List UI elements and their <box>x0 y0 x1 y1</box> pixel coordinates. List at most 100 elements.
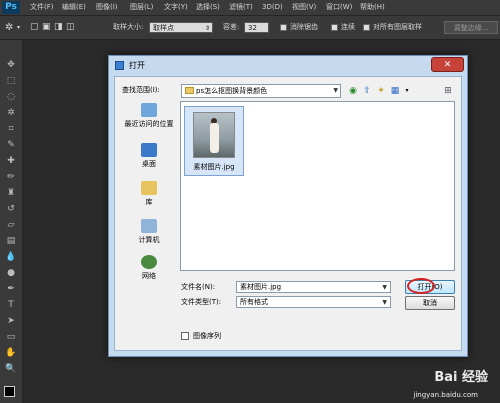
shape-tool-icon[interactable]: ▭ <box>5 332 17 342</box>
close-button[interactable]: ✕ <box>431 57 464 72</box>
view-menu-icon[interactable]: ▦ <box>389 85 401 97</box>
look-in-value: ps怎么抠图换背景颜色 <box>196 87 268 95</box>
brush-tool-icon[interactable]: ✏ <box>5 172 17 182</box>
computer-icon <box>141 219 157 233</box>
watermark-brand: Bai 经验 <box>434 370 488 385</box>
menu-select[interactable]: 选择(S) <box>196 0 220 15</box>
gradient-tool-icon[interactable]: ▤ <box>5 236 17 246</box>
chevron-down-icon: ▼ <box>382 299 387 306</box>
magic-wand-icon[interactable]: ✲ <box>5 16 13 39</box>
network-icon <box>141 255 157 269</box>
tools-panel: ✥ ⬚ ◌ ✲ ⌗ ✎ ✚ ✏ ♜ ↺ ▱ ▤ 💧 ● ✒ T ➤ ▭ ✋ 🔍 <box>0 40 23 403</box>
zoom-tool-icon[interactable]: 🔍 <box>5 364 17 374</box>
healing-tool-icon[interactable]: ✚ <box>5 156 17 166</box>
refine-edge-button[interactable]: 调整边缘... <box>444 21 498 34</box>
look-in-select[interactable]: ps怎么抠图换背景颜色 ▼ <box>181 84 341 98</box>
marquee-tool-icon[interactable]: ⬚ <box>5 76 17 86</box>
file-item[interactable]: 素材图片.jpg <box>184 106 244 176</box>
antialias-checkbox[interactable] <box>280 24 287 31</box>
chevron-down-icon[interactable]: ▾ <box>17 16 20 39</box>
place-libraries[interactable]: 库 <box>122 181 176 207</box>
menu-filter[interactable]: 滤镜(T) <box>229 0 253 15</box>
intersect-selection-icon[interactable]: ◫ <box>66 16 75 39</box>
chevron-down-icon: ▼ <box>382 284 387 291</box>
hand-tool-icon[interactable]: ✋ <box>5 348 17 358</box>
menu-image[interactable]: 图像(I) <box>96 0 118 15</box>
back-icon[interactable]: ◉ <box>347 85 359 97</box>
place-label: 计算机 <box>138 236 160 244</box>
menu-help[interactable]: 帮助(H) <box>360 0 385 15</box>
sample-size-value: 取样点 <box>153 24 174 32</box>
filename-value: 素材图片.jpg <box>240 283 282 291</box>
menu-layer[interactable]: 图层(L) <box>130 0 153 15</box>
type-tool-icon[interactable]: T <box>5 300 17 310</box>
libraries-icon <box>141 181 157 195</box>
menu-view[interactable]: 视图(V) <box>292 0 316 15</box>
menu-window[interactable]: 窗口(W) <box>326 0 352 15</box>
filename-label: 文件名(N): <box>181 283 216 291</box>
image-sequence-checkbox[interactable] <box>181 332 189 340</box>
menu-3d[interactable]: 3D(D) <box>262 0 283 15</box>
new-folder-icon[interactable]: ✦ <box>375 85 387 97</box>
sample-size-select[interactable]: 取样点 ⇕ <box>149 22 213 33</box>
dodge-tool-icon[interactable]: ● <box>5 268 17 278</box>
watermark-url: jingyan.baidu.com <box>413 391 478 399</box>
all-layers-label: 对所有图层取样 <box>373 23 422 31</box>
contiguous-label: 连续 <box>341 23 355 31</box>
place-recent[interactable]: 最近访问的位置 <box>122 103 176 129</box>
filename-input[interactable]: 素材图片.jpg ▼ <box>236 281 391 293</box>
dialog-titlebar[interactable]: 打开 ✕ <box>109 56 467 76</box>
file-name: 素材图片.jpg <box>193 163 235 171</box>
add-selection-icon[interactable]: ▣ <box>42 16 51 39</box>
image-sequence-label: 图像序列 <box>193 332 221 340</box>
subtract-selection-icon[interactable]: ◨ <box>54 16 63 39</box>
highlight-ring <box>407 278 435 294</box>
file-list: 素材图片.jpg <box>180 101 455 271</box>
place-desktop[interactable]: 桌面 <box>122 143 176 169</box>
filetype-value: 所有格式 <box>240 298 268 306</box>
extra-folder-icon[interactable]: ⊞ <box>442 85 454 97</box>
dialog-body: 查找范围(I): ps怎么抠图换背景颜色 ▼ ◉ ⇧ ✦ ▦ ▾ ⊞ 最近访问的… <box>114 76 462 351</box>
dialog-title: 打开 <box>129 61 145 70</box>
sample-size-label: 取样大小: <box>113 23 144 31</box>
ps-logo: Ps <box>2 1 20 14</box>
stamp-tool-icon[interactable]: ♜ <box>5 188 17 198</box>
history-brush-icon[interactable]: ↺ <box>5 204 17 214</box>
lasso-tool-icon[interactable]: ◌ <box>5 92 17 102</box>
crop-tool-icon[interactable]: ⌗ <box>5 124 17 134</box>
blur-tool-icon[interactable]: 💧 <box>5 252 17 262</box>
all-layers-checkbox[interactable] <box>363 24 370 31</box>
tolerance-label: 容差: <box>223 23 240 31</box>
magic-wand-tool-icon[interactable]: ✲ <box>5 108 17 118</box>
menu-edit[interactable]: 编辑(E) <box>62 0 86 15</box>
pen-tool-icon[interactable]: ✒ <box>5 284 17 294</box>
antialias-label: 消除锯齿 <box>290 23 318 31</box>
tolerance-input[interactable]: 32 <box>244 22 269 33</box>
menu-type[interactable]: 文字(Y) <box>164 0 188 15</box>
filetype-select[interactable]: 所有格式 ▼ <box>236 296 391 308</box>
up-folder-icon[interactable]: ⇧ <box>361 85 373 97</box>
chevron-down-icon: ▼ <box>333 87 338 94</box>
place-computer[interactable]: 计算机 <box>122 219 176 245</box>
options-bar: ✲ ▾ ▢ ▣ ◨ ◫ 取样大小: 取样点 ⇕ 容差: 32 消除锯齿 连续 对… <box>0 16 500 40</box>
place-label: 桌面 <box>142 160 156 168</box>
cancel-button[interactable]: 取消 <box>405 296 455 310</box>
foreground-color-swatch[interactable] <box>4 386 15 397</box>
place-network[interactable]: 网络 <box>122 255 176 281</box>
menu-bar: Ps 文件(F) 编辑(E) 图像(I) 图层(L) 文字(Y) 选择(S) 滤… <box>0 0 500 16</box>
chevron-down-icon[interactable]: ▾ <box>401 85 413 97</box>
figure-body <box>210 123 219 153</box>
open-dialog: 打开 ✕ 查找范围(I): ps怎么抠图换背景颜色 ▼ ◉ ⇧ ✦ ▦ ▾ ⊞ … <box>108 55 468 357</box>
desktop-icon <box>141 143 157 157</box>
contiguous-checkbox[interactable] <box>331 24 338 31</box>
path-select-icon[interactable]: ➤ <box>5 316 17 326</box>
recent-places-icon <box>141 103 157 117</box>
new-selection-icon[interactable]: ▢ <box>30 16 39 39</box>
eyedropper-tool-icon[interactable]: ✎ <box>5 140 17 150</box>
menu-file[interactable]: 文件(F) <box>30 0 54 15</box>
filetype-label: 文件类型(T): <box>181 298 222 306</box>
eraser-tool-icon[interactable]: ▱ <box>5 220 17 230</box>
look-in-label: 查找范围(I): <box>122 86 160 94</box>
place-label: 库 <box>145 198 153 206</box>
move-tool-icon[interactable]: ✥ <box>5 60 17 70</box>
